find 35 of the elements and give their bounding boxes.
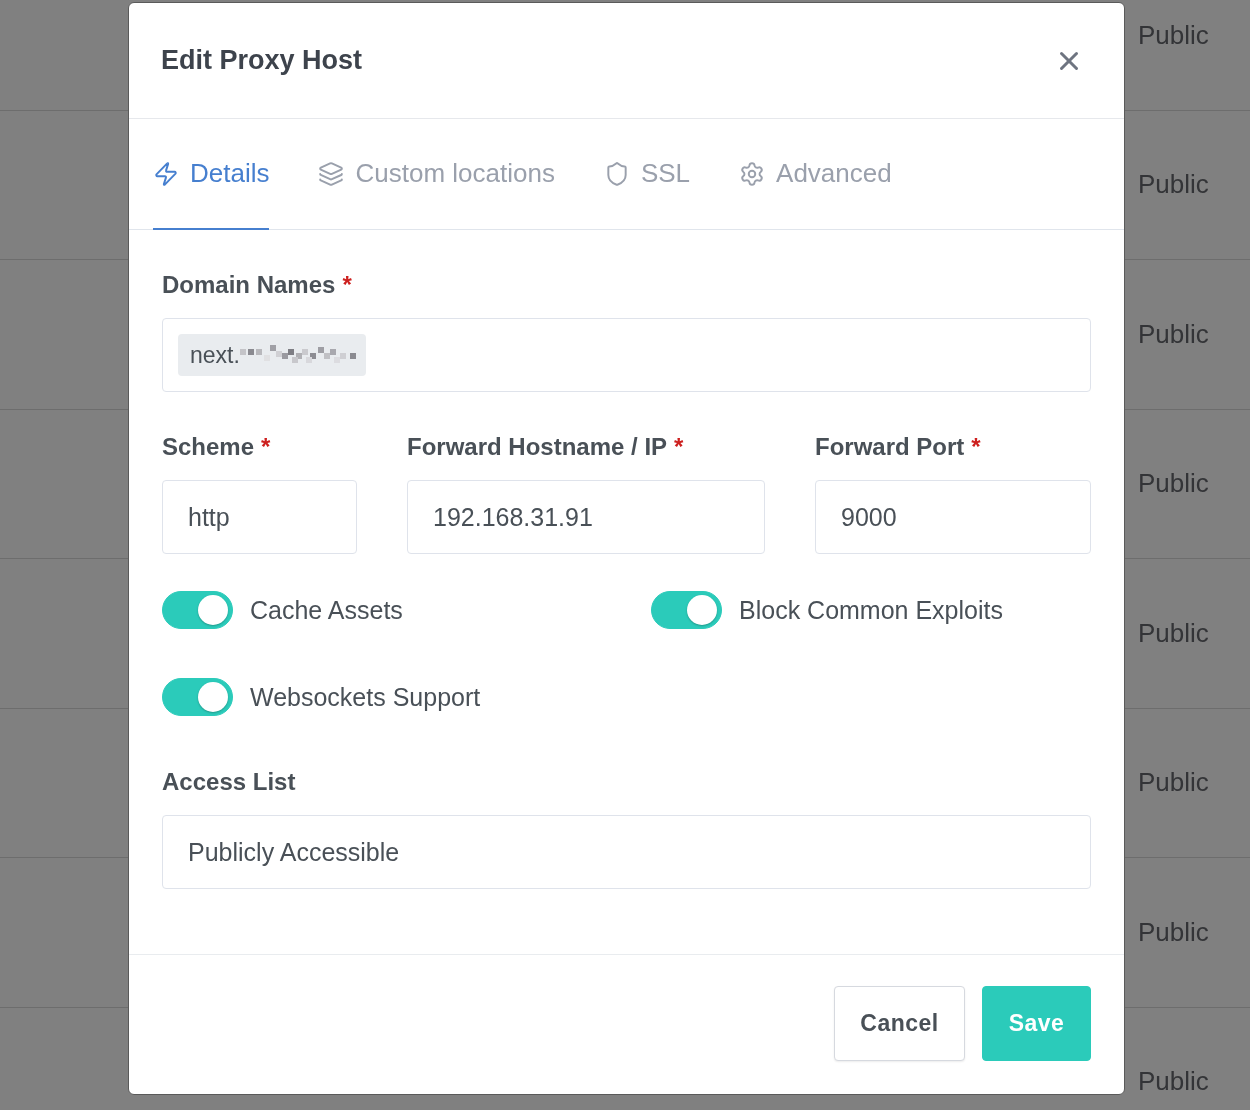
required-mark: *	[342, 271, 352, 298]
table-cell: Public	[1138, 617, 1209, 649]
tab[interactable]: Details	[153, 119, 270, 230]
table-cell: Public	[1138, 767, 1209, 799]
access-list-field[interactable]: Publicly Accessible	[162, 815, 1091, 889]
layers-icon	[318, 160, 345, 187]
field-label: Forward Hostname / IP	[407, 433, 668, 460]
toggle-switch[interactable]	[651, 591, 722, 629]
field-label: Domain Names	[162, 271, 336, 298]
domain-names-field[interactable]: next.	[162, 318, 1091, 392]
chip-text: next.	[190, 341, 240, 369]
field-label: Access List	[162, 768, 296, 795]
toggle-switch[interactable]	[162, 678, 233, 716]
table-cell: Public	[1138, 19, 1209, 51]
required-mark: *	[674, 433, 684, 460]
forward-hostname-field[interactable]: 192.168.31.91	[407, 480, 765, 554]
toggle-label: Block Common Exploits	[739, 595, 1003, 625]
cancel-button[interactable]: Cancel	[834, 986, 965, 1061]
toggle-label: Websockets Support	[250, 682, 481, 712]
settings-icon	[739, 160, 766, 187]
field-label: Scheme	[162, 433, 255, 460]
required-mark: *	[261, 433, 271, 460]
table-cell: Public	[1138, 1066, 1209, 1098]
toggle-label: Cache Assets	[250, 595, 403, 625]
table-cell: Public	[1138, 916, 1209, 948]
field-label: Forward Port	[815, 433, 965, 460]
lightning-icon	[153, 160, 179, 187]
table-cell: Public	[1138, 318, 1209, 350]
table-cell: Public	[1138, 468, 1209, 500]
required-mark: *	[971, 433, 981, 460]
toggle-switch[interactable]	[162, 591, 233, 629]
dialog-title: Edit Proxy Host	[161, 45, 363, 76]
scheme-field[interactable]: http	[162, 480, 357, 554]
forward-port-field[interactable]: 9000	[815, 480, 1091, 554]
table-cell: Public	[1138, 169, 1209, 201]
